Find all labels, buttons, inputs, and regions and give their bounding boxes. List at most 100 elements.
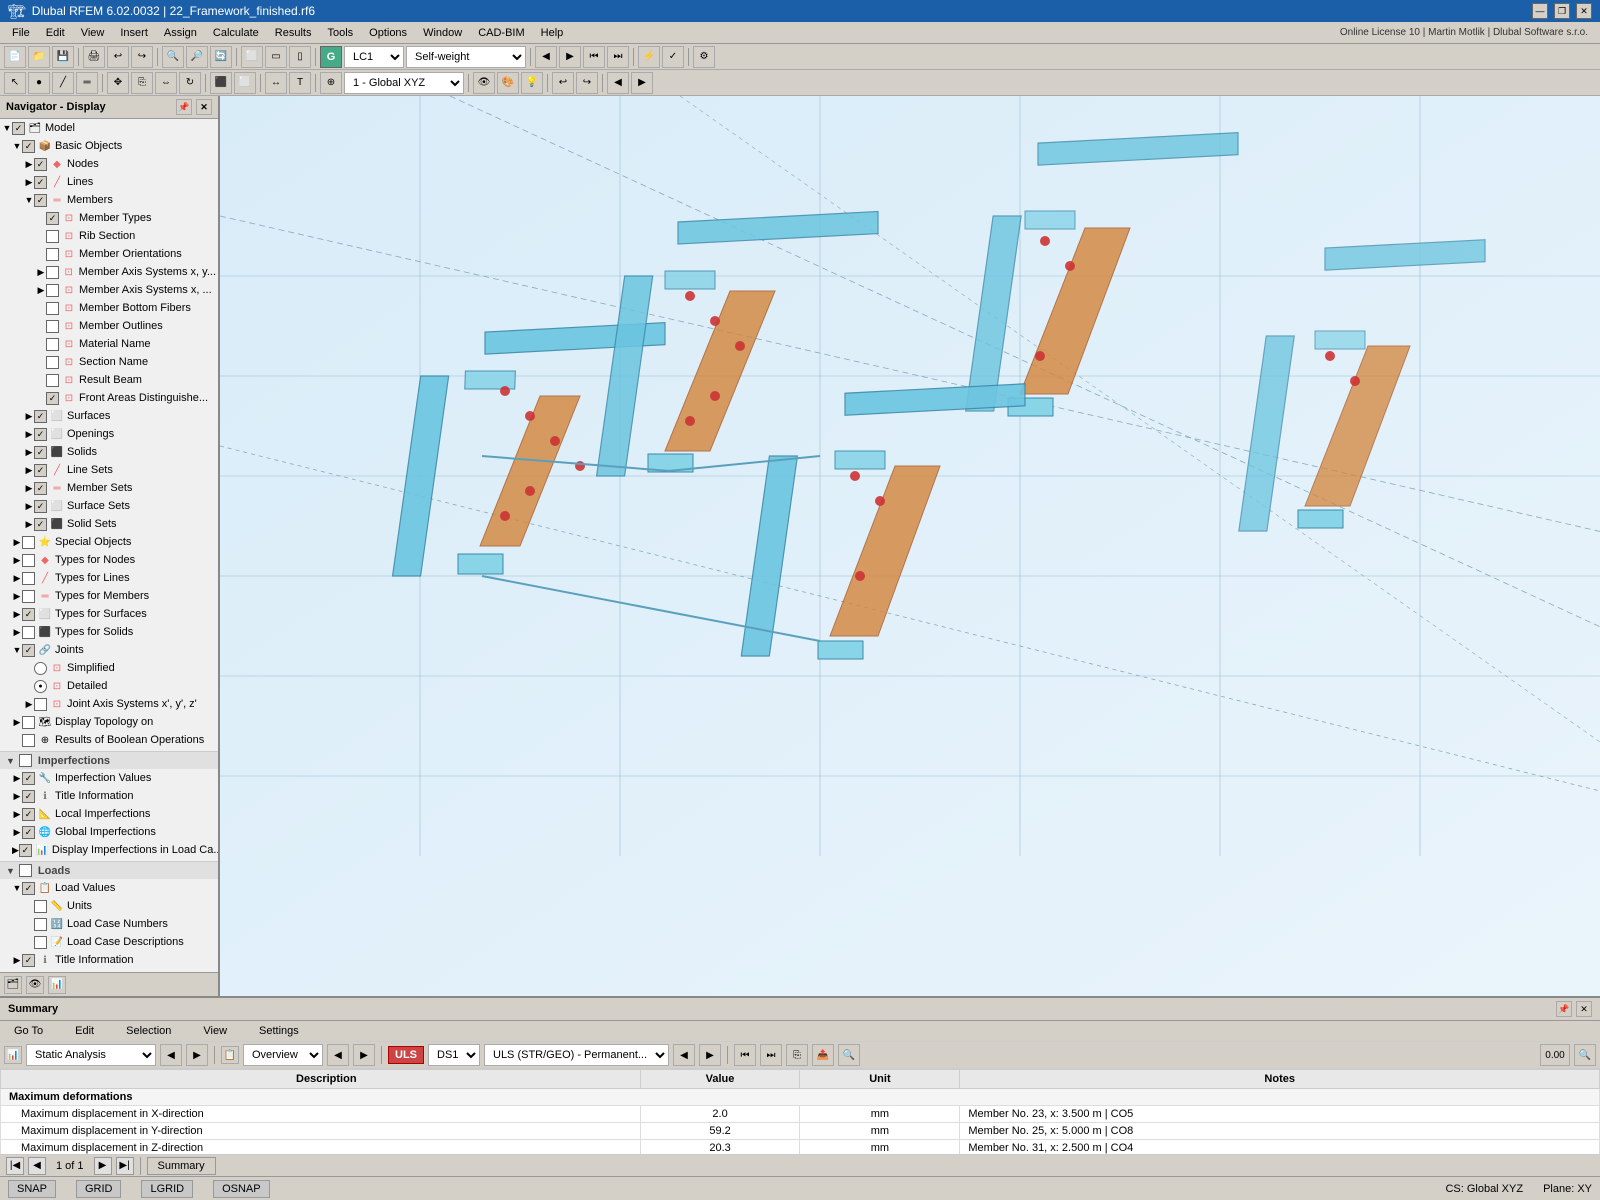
tree-units[interactable]: 📏 Units bbox=[0, 897, 218, 915]
next-lc-button[interactable]: ▶ bbox=[559, 46, 581, 68]
summary-menu-edit[interactable]: Edit bbox=[67, 1023, 102, 1039]
tree-members[interactable]: ▼ ═ Members bbox=[0, 191, 218, 209]
tree-title-info-loads[interactable]: ▶ ℹ Title Information bbox=[0, 951, 218, 969]
tree-member-outlines[interactable]: ⊡ Member Outlines bbox=[0, 317, 218, 335]
coord-sys-selector[interactable]: 1 - Global XYZ bbox=[344, 72, 464, 94]
tree-openings[interactable]: ▶ ⬜ Openings bbox=[0, 425, 218, 443]
view-side-button[interactable]: ▯ bbox=[289, 46, 311, 68]
tree-rib-section[interactable]: ⊡ Rib Section bbox=[0, 227, 218, 245]
menu-options[interactable]: Options bbox=[361, 25, 415, 41]
tree-joint-axis[interactable]: ▶ ⊡ Joint Axis Systems x', y', z' bbox=[0, 695, 218, 713]
lgrid-toggle[interactable]: LGRID bbox=[141, 1180, 193, 1198]
nav-pin-button[interactable]: 📌 bbox=[176, 99, 192, 115]
print-button[interactable]: 🖨 bbox=[83, 46, 105, 68]
load-case-selector[interactable]: LC1 bbox=[344, 46, 404, 68]
close-button[interactable]: ✕ bbox=[1576, 3, 1592, 19]
tree-nodes[interactable]: ▶ ◆ Nodes bbox=[0, 155, 218, 173]
nav-results-button[interactable]: 📊 bbox=[48, 976, 66, 994]
tree-types-for-nodes[interactable]: ▶ ◆ Types for Nodes bbox=[0, 551, 218, 569]
menu-edit[interactable]: Edit bbox=[38, 25, 73, 41]
tree-special-objects[interactable]: ▶ ⭐ Special Objects bbox=[0, 533, 218, 551]
tree-surface-sets[interactable]: ▶ ⬜ Surface Sets bbox=[0, 497, 218, 515]
summary-menu-selection[interactable]: Selection bbox=[118, 1023, 179, 1039]
dimension-button[interactable]: ↔ bbox=[265, 72, 287, 94]
surface-button[interactable]: ⬛ bbox=[210, 72, 232, 94]
tree-material-name[interactable]: ⊡ Material Name bbox=[0, 335, 218, 353]
titlebar-controls[interactable]: — ❐ ✕ bbox=[1532, 3, 1592, 19]
osnap-toggle[interactable]: OSNAP bbox=[213, 1180, 270, 1198]
summary-menu-goto[interactable]: Go To bbox=[6, 1023, 51, 1039]
analysis-type-selector[interactable]: Static Analysis bbox=[26, 1044, 156, 1066]
next-page-button[interactable]: ▶ bbox=[94, 1157, 112, 1175]
prev-page-button[interactable]: ◀ bbox=[28, 1157, 46, 1175]
zoom-out-button[interactable]: 🔎 bbox=[186, 46, 208, 68]
next-ds-button[interactable]: ▶ bbox=[699, 1044, 721, 1066]
zoom-in-button[interactable]: 🔍 bbox=[162, 46, 184, 68]
result-prev-button[interactable]: ⏮ bbox=[734, 1044, 756, 1066]
view-3d-button[interactable]: ⬜ bbox=[241, 46, 263, 68]
tree-solids[interactable]: ▶ ⬛ Solids bbox=[0, 443, 218, 461]
tree-member-orientations[interactable]: ⊡ Member Orientations bbox=[0, 245, 218, 263]
save-button[interactable]: 💾 bbox=[52, 46, 74, 68]
result-next-button[interactable]: ⏭ bbox=[760, 1044, 782, 1066]
tree-joints[interactable]: ▼ 🔗 Joints bbox=[0, 641, 218, 659]
tree-types-for-surfaces[interactable]: ▶ ⬜ Types for Surfaces bbox=[0, 605, 218, 623]
copy-results-button[interactable]: ⎘ bbox=[786, 1044, 808, 1066]
undo-button[interactable]: ↩ bbox=[107, 46, 129, 68]
tree-imperfection-values[interactable]: ▶ 🔧 Imperfection Values bbox=[0, 769, 218, 787]
export-results-button[interactable]: 📤 bbox=[812, 1044, 834, 1066]
minimize-button[interactable]: — bbox=[1532, 3, 1548, 19]
menu-results[interactable]: Results bbox=[267, 25, 320, 41]
tree-model[interactable]: ▼ 🗂 Model bbox=[0, 119, 218, 137]
tree-front-areas[interactable]: ⊡ Front Areas Distinguishe... bbox=[0, 389, 218, 407]
menu-assign[interactable]: Assign bbox=[156, 25, 205, 41]
tree-surfaces[interactable]: ▶ ⬜ Surfaces bbox=[0, 407, 218, 425]
tree-load-case-descriptions[interactable]: 📝 Load Case Descriptions bbox=[0, 933, 218, 951]
nav-eye-button[interactable]: 👁 bbox=[26, 976, 44, 994]
tree-local-imperfections[interactable]: ▶ 📐 Local Imperfections bbox=[0, 805, 218, 823]
menu-file[interactable]: File bbox=[4, 25, 38, 41]
summary-close-button[interactable]: ✕ bbox=[1576, 1001, 1592, 1017]
check-button[interactable]: ✓ bbox=[662, 46, 684, 68]
last-page-button[interactable]: ▶| bbox=[116, 1157, 134, 1175]
tree-member-bottom-fibers[interactable]: ⊡ Member Bottom Fibers bbox=[0, 299, 218, 317]
render-button[interactable]: 💡 bbox=[521, 72, 543, 94]
summary-tab[interactable]: Summary bbox=[147, 1157, 216, 1175]
tree-types-for-lines[interactable]: ▶ ╱ Types for Lines bbox=[0, 569, 218, 587]
nav-model-button[interactable]: 🗂 bbox=[4, 976, 22, 994]
tree-member-types[interactable]: ⊡ Member Types bbox=[0, 209, 218, 227]
tree-types-for-members[interactable]: ▶ ═ Types for Members bbox=[0, 587, 218, 605]
prev-overview-button[interactable]: ◀ bbox=[327, 1044, 349, 1066]
search-summary-button[interactable]: 🔍 bbox=[1574, 1044, 1596, 1066]
next-overview-button[interactable]: ▶ bbox=[353, 1044, 375, 1066]
summary-menu-view[interactable]: View bbox=[195, 1023, 235, 1039]
display-button[interactable]: 👁 bbox=[473, 72, 495, 94]
next-analysis-button[interactable]: ▶ bbox=[186, 1044, 208, 1066]
last-lc-button[interactable]: ⏭ bbox=[607, 46, 629, 68]
new-button[interactable]: 📄 bbox=[4, 46, 26, 68]
move-button[interactable]: ✥ bbox=[107, 72, 129, 94]
calc-button[interactable]: ⚡ bbox=[638, 46, 660, 68]
summary-pin-button[interactable]: 📌 bbox=[1556, 1001, 1572, 1017]
tree-result-beam[interactable]: ⊡ Result Beam bbox=[0, 371, 218, 389]
prev-view-button[interactable]: ◀ bbox=[607, 72, 629, 94]
tree-global-imperfections[interactable]: ▶ 🌐 Global Imperfections bbox=[0, 823, 218, 841]
tree-types-for-solids[interactable]: ▶ ⬛ Types for Solids bbox=[0, 623, 218, 641]
member-button[interactable]: ═ bbox=[76, 72, 98, 94]
grid-toggle[interactable]: GRID bbox=[76, 1180, 122, 1198]
prev-analysis-button[interactable]: ◀ bbox=[160, 1044, 182, 1066]
node-button[interactable]: ● bbox=[28, 72, 50, 94]
first-page-button[interactable]: |◀ bbox=[6, 1157, 24, 1175]
menu-view[interactable]: View bbox=[73, 25, 113, 41]
tree-load-case-numbers[interactable]: 🔢 Load Case Numbers bbox=[0, 915, 218, 933]
tree-solid-sets[interactable]: ▶ ⬛ Solid Sets bbox=[0, 515, 218, 533]
value-display-button[interactable]: 0.00 bbox=[1540, 1044, 1570, 1066]
redo2-button[interactable]: ↪ bbox=[576, 72, 598, 94]
coord-sel-button[interactable]: ⊕ bbox=[320, 72, 342, 94]
snap-toggle[interactable]: SNAP bbox=[8, 1180, 56, 1198]
load-case-desc-selector[interactable]: Self-weight bbox=[406, 46, 526, 68]
annotate-button[interactable]: T bbox=[289, 72, 311, 94]
line-button[interactable]: ╱ bbox=[52, 72, 74, 94]
redo-button[interactable]: ↪ bbox=[131, 46, 153, 68]
open-button[interactable]: 📁 bbox=[28, 46, 50, 68]
